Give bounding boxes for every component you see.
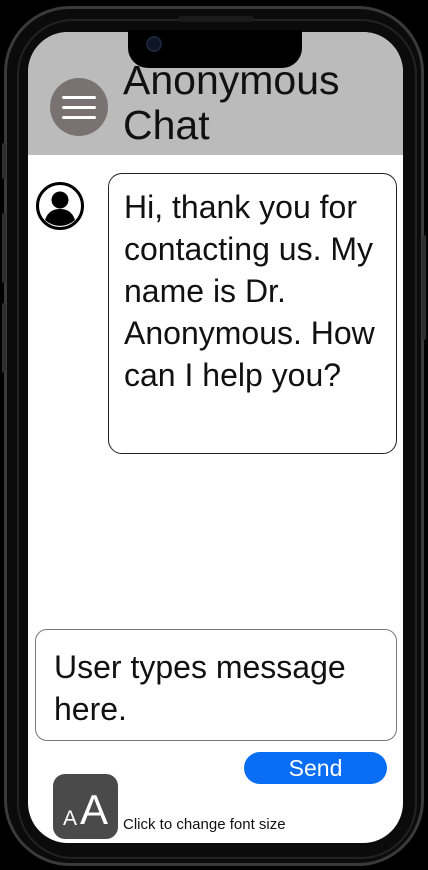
- camera-icon: [146, 36, 162, 52]
- font-size-hint: Click to change font size: [123, 816, 286, 833]
- phone-speaker: [178, 16, 254, 22]
- power-button: [422, 235, 426, 340]
- side-button: [2, 143, 6, 179]
- page-title: Anonymous Chat: [123, 57, 340, 148]
- font-size-button[interactable]: A A: [53, 774, 118, 839]
- font-size-large-glyph: A: [80, 786, 109, 833]
- user-avatar-icon: [36, 182, 84, 230]
- hamburger-menu-icon[interactable]: [50, 78, 108, 136]
- volume-down-button: [2, 303, 6, 373]
- font-size-small-glyph: A: [62, 807, 77, 830]
- app-screen: Anonymous Chat Hi, thank you for contact…: [28, 32, 403, 843]
- chat-message-bubble: Hi, thank you for contacting us. My name…: [108, 173, 397, 454]
- volume-up-button: [2, 213, 6, 283]
- send-button[interactable]: Send: [244, 752, 387, 784]
- message-input[interactable]: User types message here.: [35, 629, 397, 741]
